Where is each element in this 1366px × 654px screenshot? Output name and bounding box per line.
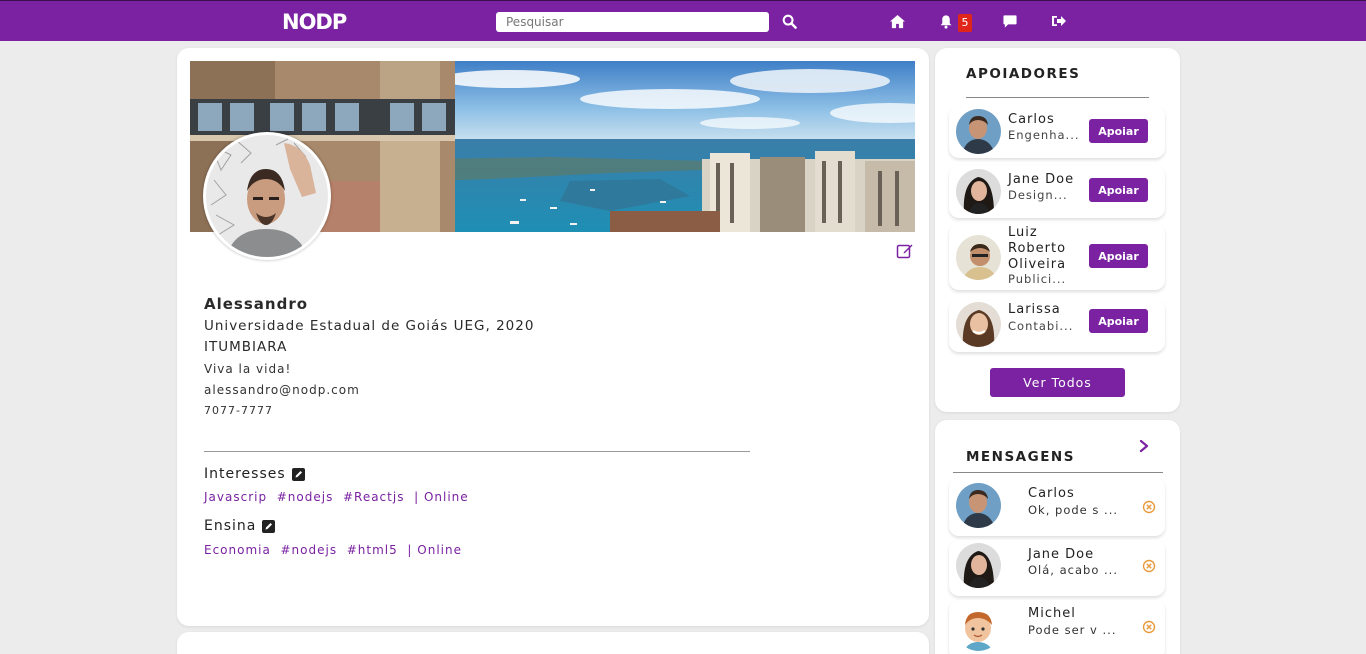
message-preview: Olá, acabo ... xyxy=(1028,563,1118,577)
close-circle-icon[interactable] xyxy=(1142,499,1156,514)
teaches-mode: | Online xyxy=(407,543,462,557)
profile-email: alessandro@nodp.com xyxy=(204,383,360,397)
profile-phone: 7077-7777 xyxy=(204,404,273,417)
search-input[interactable] xyxy=(496,12,769,32)
apoiar-button[interactable]: Apoiar xyxy=(1089,178,1148,202)
interests-tags: Javascrip #nodejs #Reactjs | Online xyxy=(204,490,469,504)
message-item[interactable]: Carlos Ok, pode s ... xyxy=(949,478,1165,536)
profile-university: Universidade Estadual de Goiás UEG, 2020 xyxy=(204,318,535,334)
messages-divider xyxy=(953,472,1163,473)
teaches-title: Ensina xyxy=(204,518,257,534)
close-circle-icon[interactable] xyxy=(1142,619,1156,634)
bell-icon[interactable] xyxy=(936,11,956,31)
notification-badge: 5 xyxy=(958,14,972,32)
logout-icon[interactable] xyxy=(1049,11,1069,31)
avatar xyxy=(956,109,1001,154)
avatar xyxy=(956,483,1001,528)
avatar xyxy=(956,606,1001,651)
supporter-role: Publici... xyxy=(1008,272,1067,286)
close-circle-icon[interactable] xyxy=(1142,558,1156,573)
chevron-right-icon[interactable] xyxy=(1137,438,1151,453)
avatar xyxy=(956,169,1001,214)
logo[interactable]: NODP xyxy=(282,10,347,34)
supporter-role: Design... xyxy=(1008,188,1068,202)
supporter-name-line: Oliveira xyxy=(1008,257,1067,272)
teach-tag[interactable]: #nodejs xyxy=(281,543,338,557)
teach-tag[interactable]: #html5 xyxy=(347,543,398,557)
message-preview: Pode ser v ... xyxy=(1028,623,1117,637)
avatar xyxy=(956,235,1001,280)
messages-card: MENSAGENS Carlos Ok, pode s ... Jane Doe… xyxy=(935,420,1180,654)
profile-divider xyxy=(204,451,750,452)
supporter-role: Contabi... xyxy=(1008,319,1074,333)
supporter-name: Jane Doe xyxy=(1008,172,1075,187)
supporters-card: APOIADORES Carlos Engenha... Apoiar Jane… xyxy=(935,48,1180,412)
teaches-tags: Economia #nodejs #html5 | Online xyxy=(204,543,462,557)
supporter-item[interactable]: Carlos Engenha... Apoiar xyxy=(949,106,1165,158)
message-item[interactable]: Jane Doe Olá, acabo ... xyxy=(949,540,1165,596)
search-icon[interactable] xyxy=(779,11,799,31)
messages-title: MENSAGENS xyxy=(966,449,1075,465)
avatar xyxy=(956,302,1001,347)
home-icon[interactable] xyxy=(887,11,907,31)
apoiar-button[interactable]: Apoiar xyxy=(1089,244,1148,268)
supporters-title: APOIADORES xyxy=(966,66,1081,82)
supporter-item[interactable]: Luiz Roberto Oliveira Publici... Apoiar xyxy=(949,224,1165,290)
supporter-item[interactable]: Jane Doe Design... Apoiar xyxy=(949,166,1165,218)
apoiar-button[interactable]: Apoiar xyxy=(1089,309,1148,333)
edit-interests-icon[interactable] xyxy=(291,467,305,481)
message-sender: Carlos xyxy=(1028,486,1075,501)
message-item[interactable]: Michel Pode ser v ... xyxy=(949,600,1165,654)
chat-icon[interactable] xyxy=(1000,11,1020,31)
message-sender: Jane Doe xyxy=(1028,547,1095,562)
apoiar-button[interactable]: Apoiar xyxy=(1089,119,1148,143)
interest-tag[interactable]: #Reactjs xyxy=(343,490,404,504)
message-preview: Ok, pode s ... xyxy=(1028,503,1119,517)
profile-avatar[interactable] xyxy=(203,132,331,260)
interests-title: Interesses xyxy=(204,466,286,482)
interest-tag[interactable]: Javascrip xyxy=(204,490,267,504)
edit-teaches-icon[interactable] xyxy=(262,519,276,533)
profile-city: ITUMBIARA xyxy=(204,339,288,355)
profile-bio: Viva la vida! xyxy=(204,362,292,376)
view-all-button[interactable]: Ver Todos xyxy=(990,368,1125,397)
message-sender: Michel xyxy=(1028,606,1076,621)
supporter-name: Carlos xyxy=(1008,112,1055,127)
supporter-name-line: Roberto xyxy=(1008,241,1067,256)
edit-profile-icon[interactable] xyxy=(896,242,914,260)
supporter-name-line: Luiz xyxy=(1008,225,1038,240)
interests-mode: | Online xyxy=(414,490,469,504)
feed-card xyxy=(177,632,929,654)
interest-tag[interactable]: #nodejs xyxy=(277,490,334,504)
profile-card: Alessandro Universidade Estadual de Goiá… xyxy=(177,48,929,626)
profile-name: Alessandro xyxy=(204,295,309,313)
teach-tag[interactable]: Economia xyxy=(204,543,271,557)
teaches-section-title: Ensina xyxy=(204,518,276,534)
avatar xyxy=(956,543,1001,588)
top-navbar: NODP 5 xyxy=(0,0,1366,41)
supporter-name: Larissa xyxy=(1008,302,1061,317)
supporter-name: Luiz Roberto Oliveira xyxy=(1008,225,1066,273)
supporter-item[interactable]: Larissa Contabi... Apoiar xyxy=(949,300,1165,352)
supporters-divider xyxy=(966,97,1149,98)
interests-section-title: Interesses xyxy=(204,466,305,482)
supporter-role: Engenha... xyxy=(1008,128,1080,142)
